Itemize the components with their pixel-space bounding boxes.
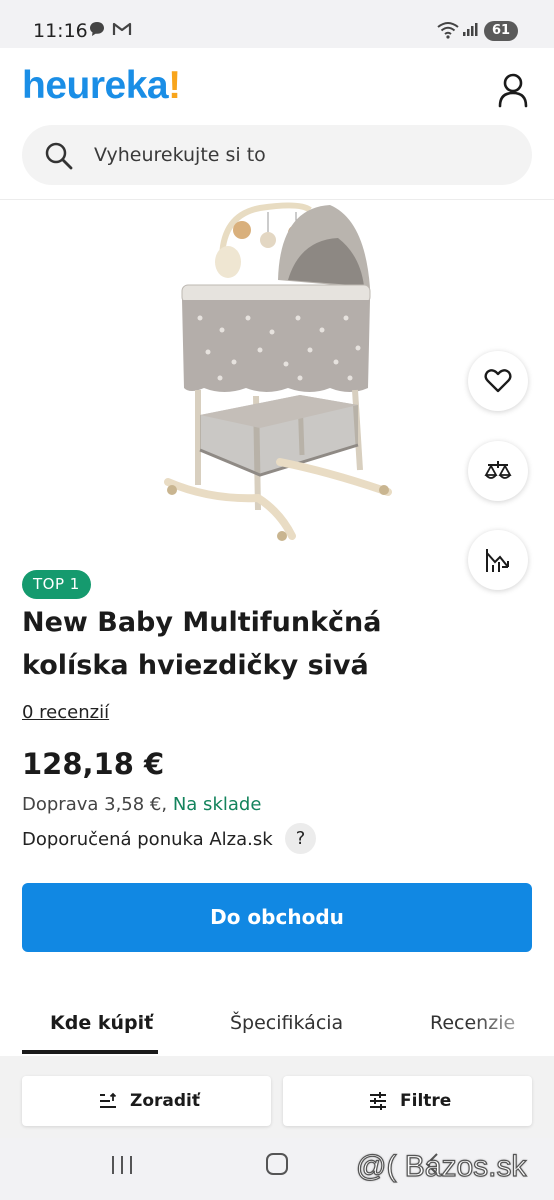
tabs-fade <box>470 1005 554 1050</box>
favorite-button[interactable] <box>468 351 528 411</box>
home-icon[interactable] <box>265 1152 289 1180</box>
watermark-text: @( Bazos.sk <box>355 1149 527 1183</box>
heureka-logo[interactable]: heureka! <box>22 64 181 108</box>
search-icon <box>44 141 74 175</box>
recent-apps-icon[interactable] <box>110 1154 134 1180</box>
status-bar: 11:16 61 <box>0 0 554 48</box>
logo-text: heureka <box>22 64 169 107</box>
recommended-offer: Doporučená ponuka Alza.sk <box>22 829 273 850</box>
stock-status: Na sklade <box>172 794 262 815</box>
product-image[interactable] <box>160 200 400 545</box>
search-placeholder: Vyheurekujte si to <box>94 144 266 166</box>
mail-icon <box>112 21 132 41</box>
filter-label: Filtre <box>400 1091 452 1111</box>
delivery-info: Doprava 3,58 €, Na sklade <box>22 794 261 815</box>
filter-button[interactable]: Filtre <box>283 1076 532 1126</box>
active-tab-indicator <box>22 1050 158 1054</box>
price-history-button[interactable] <box>468 530 528 590</box>
go-to-shop-button[interactable]: Do obchodu <box>22 883 532 952</box>
top-badge: TOP 1 <box>22 570 91 599</box>
help-button[interactable]: ? <box>285 823 316 854</box>
reviews-link[interactable]: 0 recenzií <box>22 702 109 723</box>
tab-specification[interactable]: Špecifikácia <box>230 1012 343 1034</box>
compare-button[interactable] <box>468 441 528 501</box>
user-icon[interactable] <box>493 70 533 110</box>
app-header: heureka! Vyheurekujte si to <box>0 48 554 200</box>
sort-filter-bar: Zoradiť Filtre <box>0 1056 554 1138</box>
sort-label: Zoradiť <box>130 1091 200 1111</box>
logo-bang: ! <box>168 64 181 107</box>
product-price: 128,18 € <box>22 747 165 781</box>
sort-button[interactable]: Zoradiť <box>22 1076 271 1126</box>
delivery-cost: Doprava 3,58 €, <box>22 794 168 815</box>
chat-icon <box>89 21 105 41</box>
battery-indicator: 61 <box>484 21 518 41</box>
wifi-icon <box>436 21 460 43</box>
product-title: New Baby Multifunkčná kolíska hviezdičky… <box>22 607 382 681</box>
tab-where-to-buy[interactable]: Kde kúpiť <box>50 1012 153 1034</box>
status-time: 11:16 <box>33 20 88 42</box>
search-input[interactable]: Vyheurekujte si to <box>22 125 532 185</box>
signal-icon <box>462 21 478 41</box>
